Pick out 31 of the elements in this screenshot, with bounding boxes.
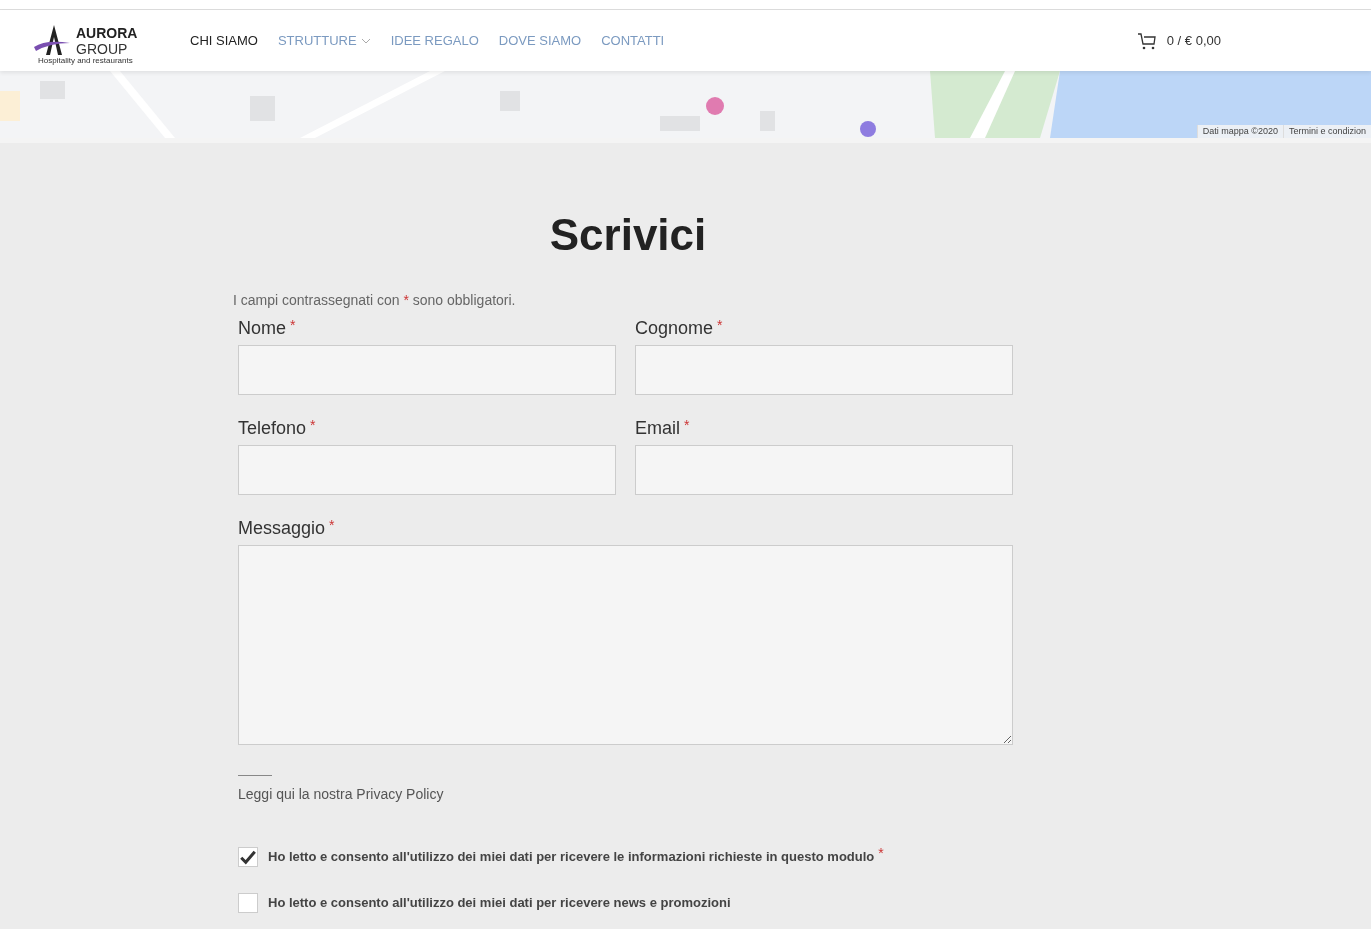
field-label: Messaggio xyxy=(238,517,326,540)
form-title: Scrivici xyxy=(548,213,708,257)
field-label: Cognome xyxy=(635,317,714,340)
checkbox[interactable] xyxy=(238,847,258,867)
logo-name: AURORA xyxy=(76,25,138,40)
logo-subtitle: GROUP xyxy=(76,41,129,56)
required-mark: * xyxy=(717,316,723,335)
field-label: Email xyxy=(635,417,680,440)
cart-total[interactable]: 0 / € 0,00 xyxy=(1166,30,1221,51)
checkbox[interactable] xyxy=(238,893,258,913)
map-attribution[interactable]: Termini e condizion xyxy=(1282,124,1371,138)
field-label: Nome xyxy=(238,317,286,340)
field-label: Telefono xyxy=(238,417,307,440)
input-field[interactable] xyxy=(635,445,1013,495)
required-note: I campi contrassegnati con * sono obbligatori. xyxy=(233,291,517,310)
input-field[interactable] xyxy=(238,345,616,395)
required-mark: * xyxy=(329,516,335,535)
required-mark: * xyxy=(310,416,316,435)
required-mark: * xyxy=(878,843,884,863)
logo-tagline: Hospitality and restaurants xyxy=(38,55,133,67)
input-field[interactable] xyxy=(635,345,1013,395)
required-mark: * xyxy=(290,316,296,335)
nav-link[interactable]: CHI SIAMO xyxy=(190,30,258,51)
consent-label: Ho letto e consento all'utilizzo dei miei dati per ricevere le informazioni richieste in questo modulo xyxy=(268,848,875,867)
message-field[interactable] xyxy=(238,545,1013,745)
cart-icon[interactable] xyxy=(1136,31,1157,50)
map-attribution: Dati mappa ©2020 xyxy=(1196,124,1283,138)
privacy-policy-link[interactable]: Leggi qui la nostra Privacy Policy xyxy=(238,784,1018,805)
required-mark: * xyxy=(684,416,690,435)
input-field[interactable] xyxy=(238,445,616,495)
consent-label: Ho letto e consento all'utilizzo dei miei dati per ricevere news e promozioni xyxy=(268,894,731,913)
